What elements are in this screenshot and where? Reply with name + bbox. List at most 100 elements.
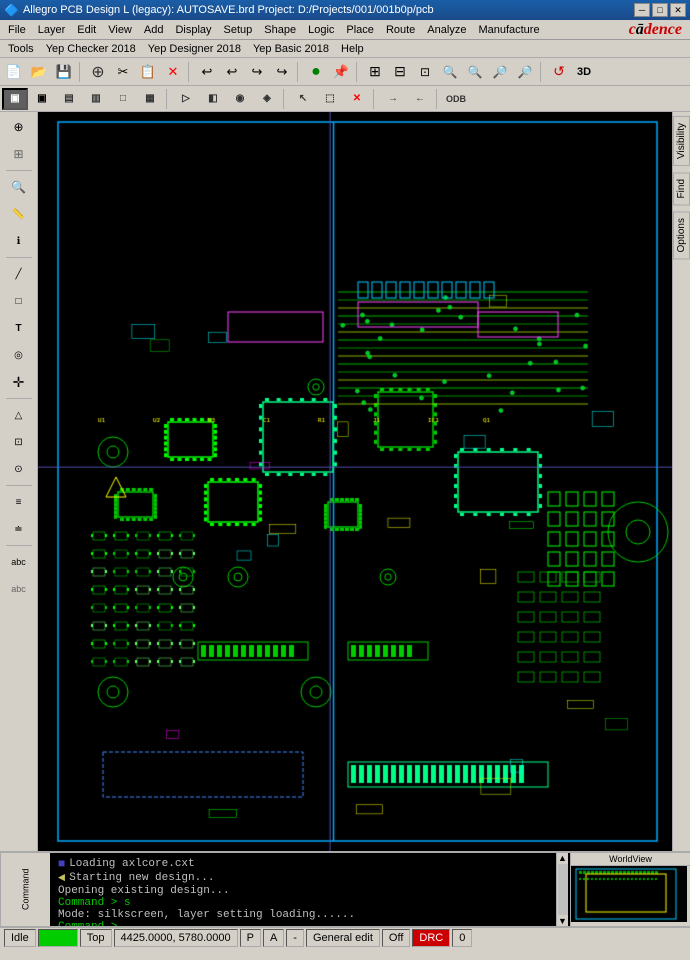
pin-btn[interactable]: 📌 bbox=[329, 61, 353, 83]
cut-btn[interactable]: ✂ bbox=[111, 61, 135, 83]
new-btn[interactable]: 📄 bbox=[2, 61, 26, 83]
layer-outline-btn[interactable]: □ bbox=[110, 88, 136, 110]
status-off: Off bbox=[382, 929, 410, 947]
view-mode-btn3[interactable]: ◉ bbox=[227, 88, 253, 110]
worldview-label: WorldView bbox=[571, 853, 690, 866]
lt-sep4 bbox=[6, 485, 32, 486]
zoom-prev-btn[interactable]: 🔍 bbox=[463, 61, 487, 83]
select-btn[interactable]: ⬚ bbox=[317, 88, 343, 110]
layer-silk-btn[interactable]: ▦ bbox=[137, 88, 163, 110]
menu-setup[interactable]: Setup bbox=[218, 22, 259, 38]
zoom-next-btn[interactable]: 🔎 bbox=[513, 61, 537, 83]
console-scrollbar[interactable]: ▲ ▼ bbox=[556, 853, 568, 926]
scroll-down[interactable]: ▼ bbox=[558, 916, 567, 926]
menu-place[interactable]: Place bbox=[340, 22, 380, 38]
menu-route[interactable]: Route bbox=[380, 22, 421, 38]
3d-btn[interactable]: 3D bbox=[572, 61, 596, 83]
pcb-canvas[interactable] bbox=[38, 112, 672, 851]
lt-snap[interactable]: ⊕ bbox=[5, 114, 33, 140]
redo2-btn[interactable]: ↪ bbox=[270, 61, 294, 83]
route-btn[interactable]: ● bbox=[304, 61, 328, 83]
status-drc: DRC bbox=[412, 929, 450, 947]
lt-add-text[interactable]: T bbox=[5, 315, 33, 341]
menu-shape[interactable]: Shape bbox=[258, 22, 302, 38]
layer-all-btn[interactable]: ▣ bbox=[2, 88, 28, 110]
bullet-icon-1: ■ bbox=[58, 857, 65, 871]
lt-route[interactable]: ⊞ bbox=[5, 141, 33, 167]
zoom-sel-btn[interactable]: 🔍 bbox=[438, 61, 462, 83]
lt-zoom[interactable]: 🔍 bbox=[5, 174, 33, 200]
zoom-in-btn[interactable]: ⊞ bbox=[363, 61, 387, 83]
menu-help[interactable]: Help bbox=[335, 41, 370, 57]
zoom-fit-btn[interactable]: ⊡ bbox=[413, 61, 437, 83]
menu-add[interactable]: Add bbox=[138, 22, 170, 38]
view-mode-btn1[interactable]: ▷ bbox=[173, 88, 199, 110]
save-btn[interactable]: 💾 bbox=[52, 61, 76, 83]
lt-text1[interactable]: abc bbox=[5, 549, 33, 575]
right-panel: Visibility Find Options bbox=[672, 112, 690, 851]
menu-tools[interactable]: Tools bbox=[2, 41, 40, 57]
minimize-button[interactable]: ─ bbox=[634, 3, 650, 17]
deselect-btn[interactable]: ✕ bbox=[344, 88, 370, 110]
menu-edit[interactable]: Edit bbox=[71, 22, 102, 38]
menu-yep-checker[interactable]: Yep Checker 2018 bbox=[40, 41, 142, 57]
menu-yep-basic[interactable]: Yep Basic 2018 bbox=[247, 41, 335, 57]
highlight-btn[interactable]: → bbox=[380, 88, 406, 110]
lt-move[interactable]: ✛ bbox=[5, 369, 33, 395]
restore-button[interactable]: □ bbox=[652, 3, 668, 17]
layer-inner-btn[interactable]: ▤ bbox=[56, 88, 82, 110]
sep9 bbox=[436, 89, 440, 109]
lt-pad[interactable]: ⊙ bbox=[5, 456, 33, 482]
cursor-btn[interactable]: ↖ bbox=[290, 88, 316, 110]
lt-text2[interactable]: abc bbox=[5, 576, 33, 602]
menu-view[interactable]: View bbox=[102, 22, 138, 38]
undo-btn[interactable]: ↩ bbox=[195, 61, 219, 83]
sep6 bbox=[166, 89, 170, 109]
sep7 bbox=[283, 89, 287, 109]
pcb-canvas-area[interactable] bbox=[38, 112, 672, 851]
lt-info[interactable]: ℹ bbox=[5, 228, 33, 254]
scroll-thumb[interactable] bbox=[558, 864, 568, 915]
status-coords: 4425.0000, 5780.0000 bbox=[114, 929, 238, 947]
layer-bot-btn[interactable]: ▥ bbox=[83, 88, 109, 110]
redo-btn[interactable]: ↪ bbox=[245, 61, 269, 83]
refresh-btn[interactable]: ↺ bbox=[547, 61, 571, 83]
menu-yep-designer[interactable]: Yep Designer 2018 bbox=[142, 41, 247, 57]
close-button[interactable]: ✕ bbox=[670, 3, 686, 17]
worldview-panel: WorldView bbox=[570, 853, 690, 926]
lt-route2[interactable]: ⊡ bbox=[5, 429, 33, 455]
layer-top-btn[interactable]: ▣ bbox=[29, 88, 55, 110]
lt-attr[interactable]: ≐ bbox=[5, 516, 33, 542]
undo2-btn[interactable]: ↩ bbox=[220, 61, 244, 83]
console-line-4: Command > s bbox=[58, 897, 548, 909]
tab-visibility[interactable]: Visibility bbox=[673, 116, 690, 166]
lt-add-rect[interactable]: □ bbox=[5, 288, 33, 314]
lt-measure[interactable]: 📏 bbox=[5, 201, 33, 227]
copy-btn[interactable]: 📋 bbox=[136, 61, 160, 83]
lt-triangle[interactable]: △ bbox=[5, 402, 33, 428]
menu-file[interactable]: File bbox=[2, 22, 32, 38]
menu-layer[interactable]: Layer bbox=[32, 22, 72, 38]
snap-btn[interactable]: ⊕ bbox=[86, 61, 110, 83]
zoom-world-btn[interactable]: 🔎 bbox=[488, 61, 512, 83]
open-btn[interactable]: 📂 bbox=[27, 61, 51, 83]
lt-add-via[interactable]: ◎ bbox=[5, 342, 33, 368]
zoom-out-btn[interactable]: ⊟ bbox=[388, 61, 412, 83]
status-padstack: P bbox=[240, 929, 261, 947]
menu-logic[interactable]: Logic bbox=[302, 22, 340, 38]
left-toolbar: ⊕ ⊞ 🔍 📏 ℹ ╱ □ T ◎ ✛ △ ⊡ ⊙ ≡ ≐ abc abc bbox=[0, 112, 38, 851]
tab-options[interactable]: Options bbox=[673, 211, 690, 259]
odb-btn[interactable]: ODB bbox=[443, 88, 469, 110]
menu-analyze[interactable]: Analyze bbox=[421, 22, 472, 38]
menu-manufacture[interactable]: Manufacture bbox=[472, 22, 545, 38]
delete-btn[interactable]: ✕ bbox=[161, 61, 185, 83]
lt-prop[interactable]: ≡ bbox=[5, 489, 33, 515]
view-mode-btn2[interactable]: ◧ bbox=[200, 88, 226, 110]
lt-add-line[interactable]: ╱ bbox=[5, 261, 33, 287]
menu-display[interactable]: Display bbox=[169, 22, 217, 38]
tab-find[interactable]: Find bbox=[673, 172, 690, 205]
view-mode-btn4[interactable]: ◈ bbox=[254, 88, 280, 110]
dehighlight-btn[interactable]: ← bbox=[407, 88, 433, 110]
scroll-up[interactable]: ▲ bbox=[558, 853, 567, 863]
console-text-1: Loading axlcore.cxt bbox=[69, 858, 194, 870]
